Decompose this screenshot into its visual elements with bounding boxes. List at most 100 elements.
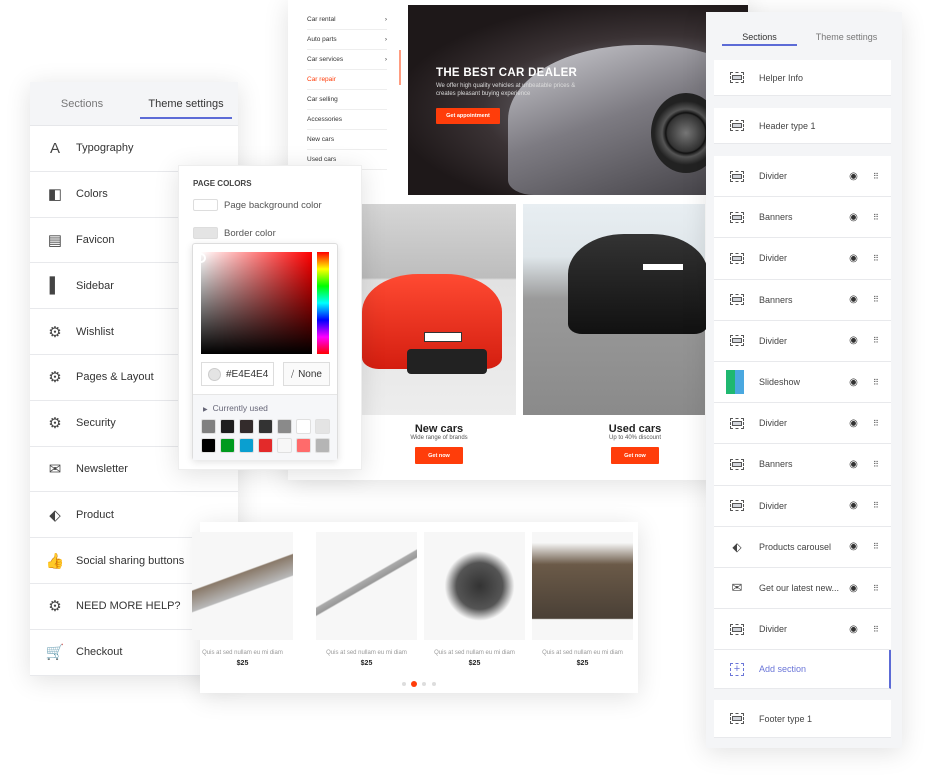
menu-item[interactable]: New cars [307, 130, 387, 150]
section-item[interactable]: Banners ◉ ⠿ [714, 444, 891, 486]
banner-image-used-cars[interactable] [523, 204, 708, 415]
eye-icon[interactable]: ◉ [848, 541, 859, 552]
hue-slider[interactable] [317, 252, 329, 354]
section-item[interactable]: Banners ◉ ⠿ [714, 197, 891, 239]
color-swatch[interactable] [258, 438, 273, 453]
section-item[interactable]: Divider ◉ ⠿ [714, 403, 891, 445]
eye-icon[interactable]: ◉ [848, 253, 859, 264]
drag-handle-icon[interactable]: ⠿ [873, 378, 879, 387]
eye-icon[interactable]: ◉ [848, 624, 859, 635]
section-item[interactable]: Divider ◉ ⠿ [714, 320, 891, 362]
color-swatch[interactable] [315, 419, 330, 434]
drag-handle-icon[interactable]: ⠿ [873, 172, 879, 181]
section-item[interactable]: Divider ◉ ⠿ [714, 156, 891, 198]
menu-item[interactable]: Accessories [307, 110, 387, 130]
fixed-section-item[interactable]: Helper Info [714, 60, 891, 96]
footer-section-item[interactable]: Footer type 1 [714, 700, 891, 739]
eye-icon[interactable]: ◉ [848, 583, 859, 594]
color-swatch[interactable] [258, 419, 273, 434]
menu-item-label: Car rental [307, 16, 336, 23]
menu-item[interactable]: Auto parts › [307, 30, 387, 50]
product-price: $25 [576, 660, 589, 667]
color-swatch[interactable] [201, 419, 216, 434]
carousel-dot[interactable] [411, 681, 417, 687]
section-item[interactable]: Divider ◉ ⠿ [714, 609, 891, 651]
product-image[interactable] [316, 532, 417, 640]
get-appointment-button[interactable]: Get appointment [436, 107, 500, 124]
eye-icon[interactable]: ◉ [848, 171, 859, 182]
tab-sections[interactable]: Sections [30, 82, 134, 125]
fixed-section-item[interactable]: Header type 1 [714, 108, 891, 144]
drag-handle-icon[interactable]: ⠿ [873, 460, 879, 469]
no-color-icon: ⧸ [291, 368, 295, 379]
product-image[interactable] [532, 532, 633, 640]
menu-item[interactable]: Car selling [307, 90, 387, 110]
eye-icon[interactable]: ◉ [848, 294, 859, 305]
color-swatch[interactable] [193, 227, 218, 239]
get-now-button[interactable]: Get now [415, 447, 463, 464]
product-title[interactable]: Quis at sed nullam eu mi diam [532, 650, 633, 656]
color-swatch[interactable] [277, 419, 292, 434]
eye-icon[interactable]: ◉ [848, 335, 859, 346]
color-swatch[interactable] [315, 438, 330, 453]
saturation-value-area[interactable] [201, 252, 312, 354]
get-now-button[interactable]: Get now [611, 447, 659, 464]
section-item[interactable]: Slideshow ◉ ⠿ [714, 362, 891, 404]
drag-handle-icon[interactable]: ⠿ [873, 419, 879, 428]
section-item[interactable]: ⬖ Products carousel ◉ ⠿ [714, 526, 891, 568]
carousel-dot[interactable] [402, 682, 406, 686]
product-image[interactable] [424, 532, 525, 640]
color-swatch[interactable] [220, 438, 235, 453]
tab-sections[interactable]: Sections [716, 22, 803, 52]
drag-handle-icon[interactable]: ⠿ [873, 501, 879, 510]
eye-icon[interactable]: ◉ [848, 212, 859, 223]
hex-input[interactable]: #E4E4E4 [201, 362, 274, 386]
drag-handle-icon[interactable]: ⠿ [873, 625, 879, 634]
product-image[interactable] [192, 532, 293, 640]
page-background-color-row[interactable]: Page background color [193, 199, 361, 211]
product-title[interactable]: Quis at sed nullam eu mi diam [316, 650, 417, 656]
section-item[interactable]: Banners ◉ ⠿ [714, 279, 891, 321]
section-item[interactable]: Divider ◉ ⠿ [714, 485, 891, 527]
drag-handle-icon[interactable]: ⠿ [873, 295, 879, 304]
color-swatch[interactable] [296, 438, 311, 453]
label: Page background color [224, 199, 322, 211]
drag-handle-icon[interactable]: ⠿ [873, 542, 879, 551]
carousel-dot[interactable] [432, 682, 436, 686]
tag-icon: ⬖ [732, 539, 742, 554]
color-swatch[interactable] [239, 419, 254, 434]
tab-theme-settings[interactable]: Theme settings [134, 82, 238, 125]
banner-image-new-cars[interactable] [362, 204, 516, 415]
currently-used-toggle[interactable]: ▶ Currently used [203, 403, 337, 413]
color-swatch[interactable] [296, 419, 311, 434]
section-label: Get our latest new... [759, 583, 840, 594]
picker-handle[interactable] [196, 253, 206, 263]
eye-icon[interactable]: ◉ [848, 418, 859, 429]
menu-item[interactable]: Car services › [307, 50, 387, 70]
add-section-button[interactable]: + Add section [714, 650, 891, 690]
page-colors-title: PAGE COLORS [193, 179, 252, 188]
section-item[interactable]: Divider ◉ ⠿ [714, 238, 891, 280]
eye-icon[interactable]: ◉ [848, 377, 859, 388]
section-label: Header type 1 [759, 120, 816, 131]
drag-handle-icon[interactable]: ⠿ [873, 213, 879, 222]
eye-icon[interactable]: ◉ [848, 500, 859, 511]
color-swatch[interactable] [220, 419, 235, 434]
drag-handle-icon[interactable]: ⠿ [873, 254, 879, 263]
product-title[interactable]: Quis at sed nullam eu mi diam [424, 650, 525, 656]
color-swatch[interactable] [239, 438, 254, 453]
color-swatch[interactable] [277, 438, 292, 453]
drag-handle-icon[interactable]: ⠿ [873, 584, 879, 593]
section-item[interactable]: ✉ Get our latest new... ◉ ⠿ [714, 568, 891, 610]
drag-handle-icon[interactable]: ⠿ [873, 336, 879, 345]
eye-icon[interactable]: ◉ [848, 459, 859, 470]
product-title[interactable]: Quis at sed nullam eu mi diam [192, 650, 293, 656]
menu-item[interactable]: Car repair [307, 70, 387, 90]
color-swatch[interactable] [201, 438, 216, 453]
color-swatch[interactable] [193, 199, 218, 211]
none-button[interactable]: ⧸ None [283, 362, 330, 386]
tab-theme-settings[interactable]: Theme settings [803, 22, 890, 52]
menu-item[interactable]: Car rental › [307, 10, 387, 30]
border-color-row[interactable]: Border color [193, 227, 361, 239]
carousel-dot[interactable] [422, 682, 426, 686]
